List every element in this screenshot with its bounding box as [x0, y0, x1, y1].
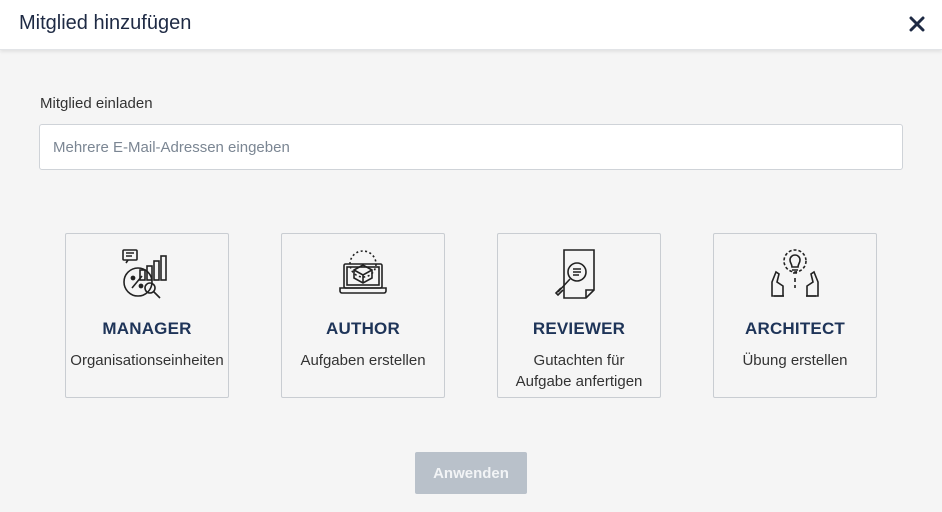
apply-button[interactable]: Anwenden: [415, 452, 527, 494]
role-name: REVIEWER: [532, 319, 626, 338]
architect-idea-hands-icon: [771, 249, 819, 297]
role-card-manager[interactable]: MANAGER Organisationseinheiten: [65, 233, 229, 398]
author-laptop-icon: [339, 250, 387, 294]
role-description: Übung erstellen: [742, 352, 848, 369]
role-name: AUTHOR: [326, 319, 400, 338]
role-name: MANAGER: [102, 319, 192, 338]
manager-analytics-icon: [122, 249, 167, 299]
close-icon: [909, 16, 925, 32]
role-description: Organisationseinheiten: [70, 352, 224, 369]
close-button[interactable]: [903, 11, 931, 37]
role-description: Gutachten für Aufgabe anfertigen: [515, 352, 643, 390]
role-card-author[interactable]: AUTHOR Aufgaben erstellen: [281, 233, 445, 398]
dialog-header: Mitglied hinzufügen: [0, 0, 942, 50]
role-card-architect[interactable]: ARCHITECT Übung erstellen: [713, 233, 877, 398]
role-card-reviewer[interactable]: REVIEWER Gutachten für Aufgabe anfertige…: [497, 233, 661, 398]
invite-label: Mitglied einladen: [40, 95, 153, 112]
reviewer-document-search-icon: [554, 249, 595, 299]
role-name: ARCHITECT: [744, 319, 845, 338]
email-input[interactable]: [39, 124, 903, 170]
dialog-title: Mitglied hinzufügen: [19, 12, 192, 34]
add-member-dialog: Mitglied hinzufügen Mitglied einladen MA…: [0, 0, 942, 512]
role-description: Aufgaben erstellen: [300, 352, 426, 369]
